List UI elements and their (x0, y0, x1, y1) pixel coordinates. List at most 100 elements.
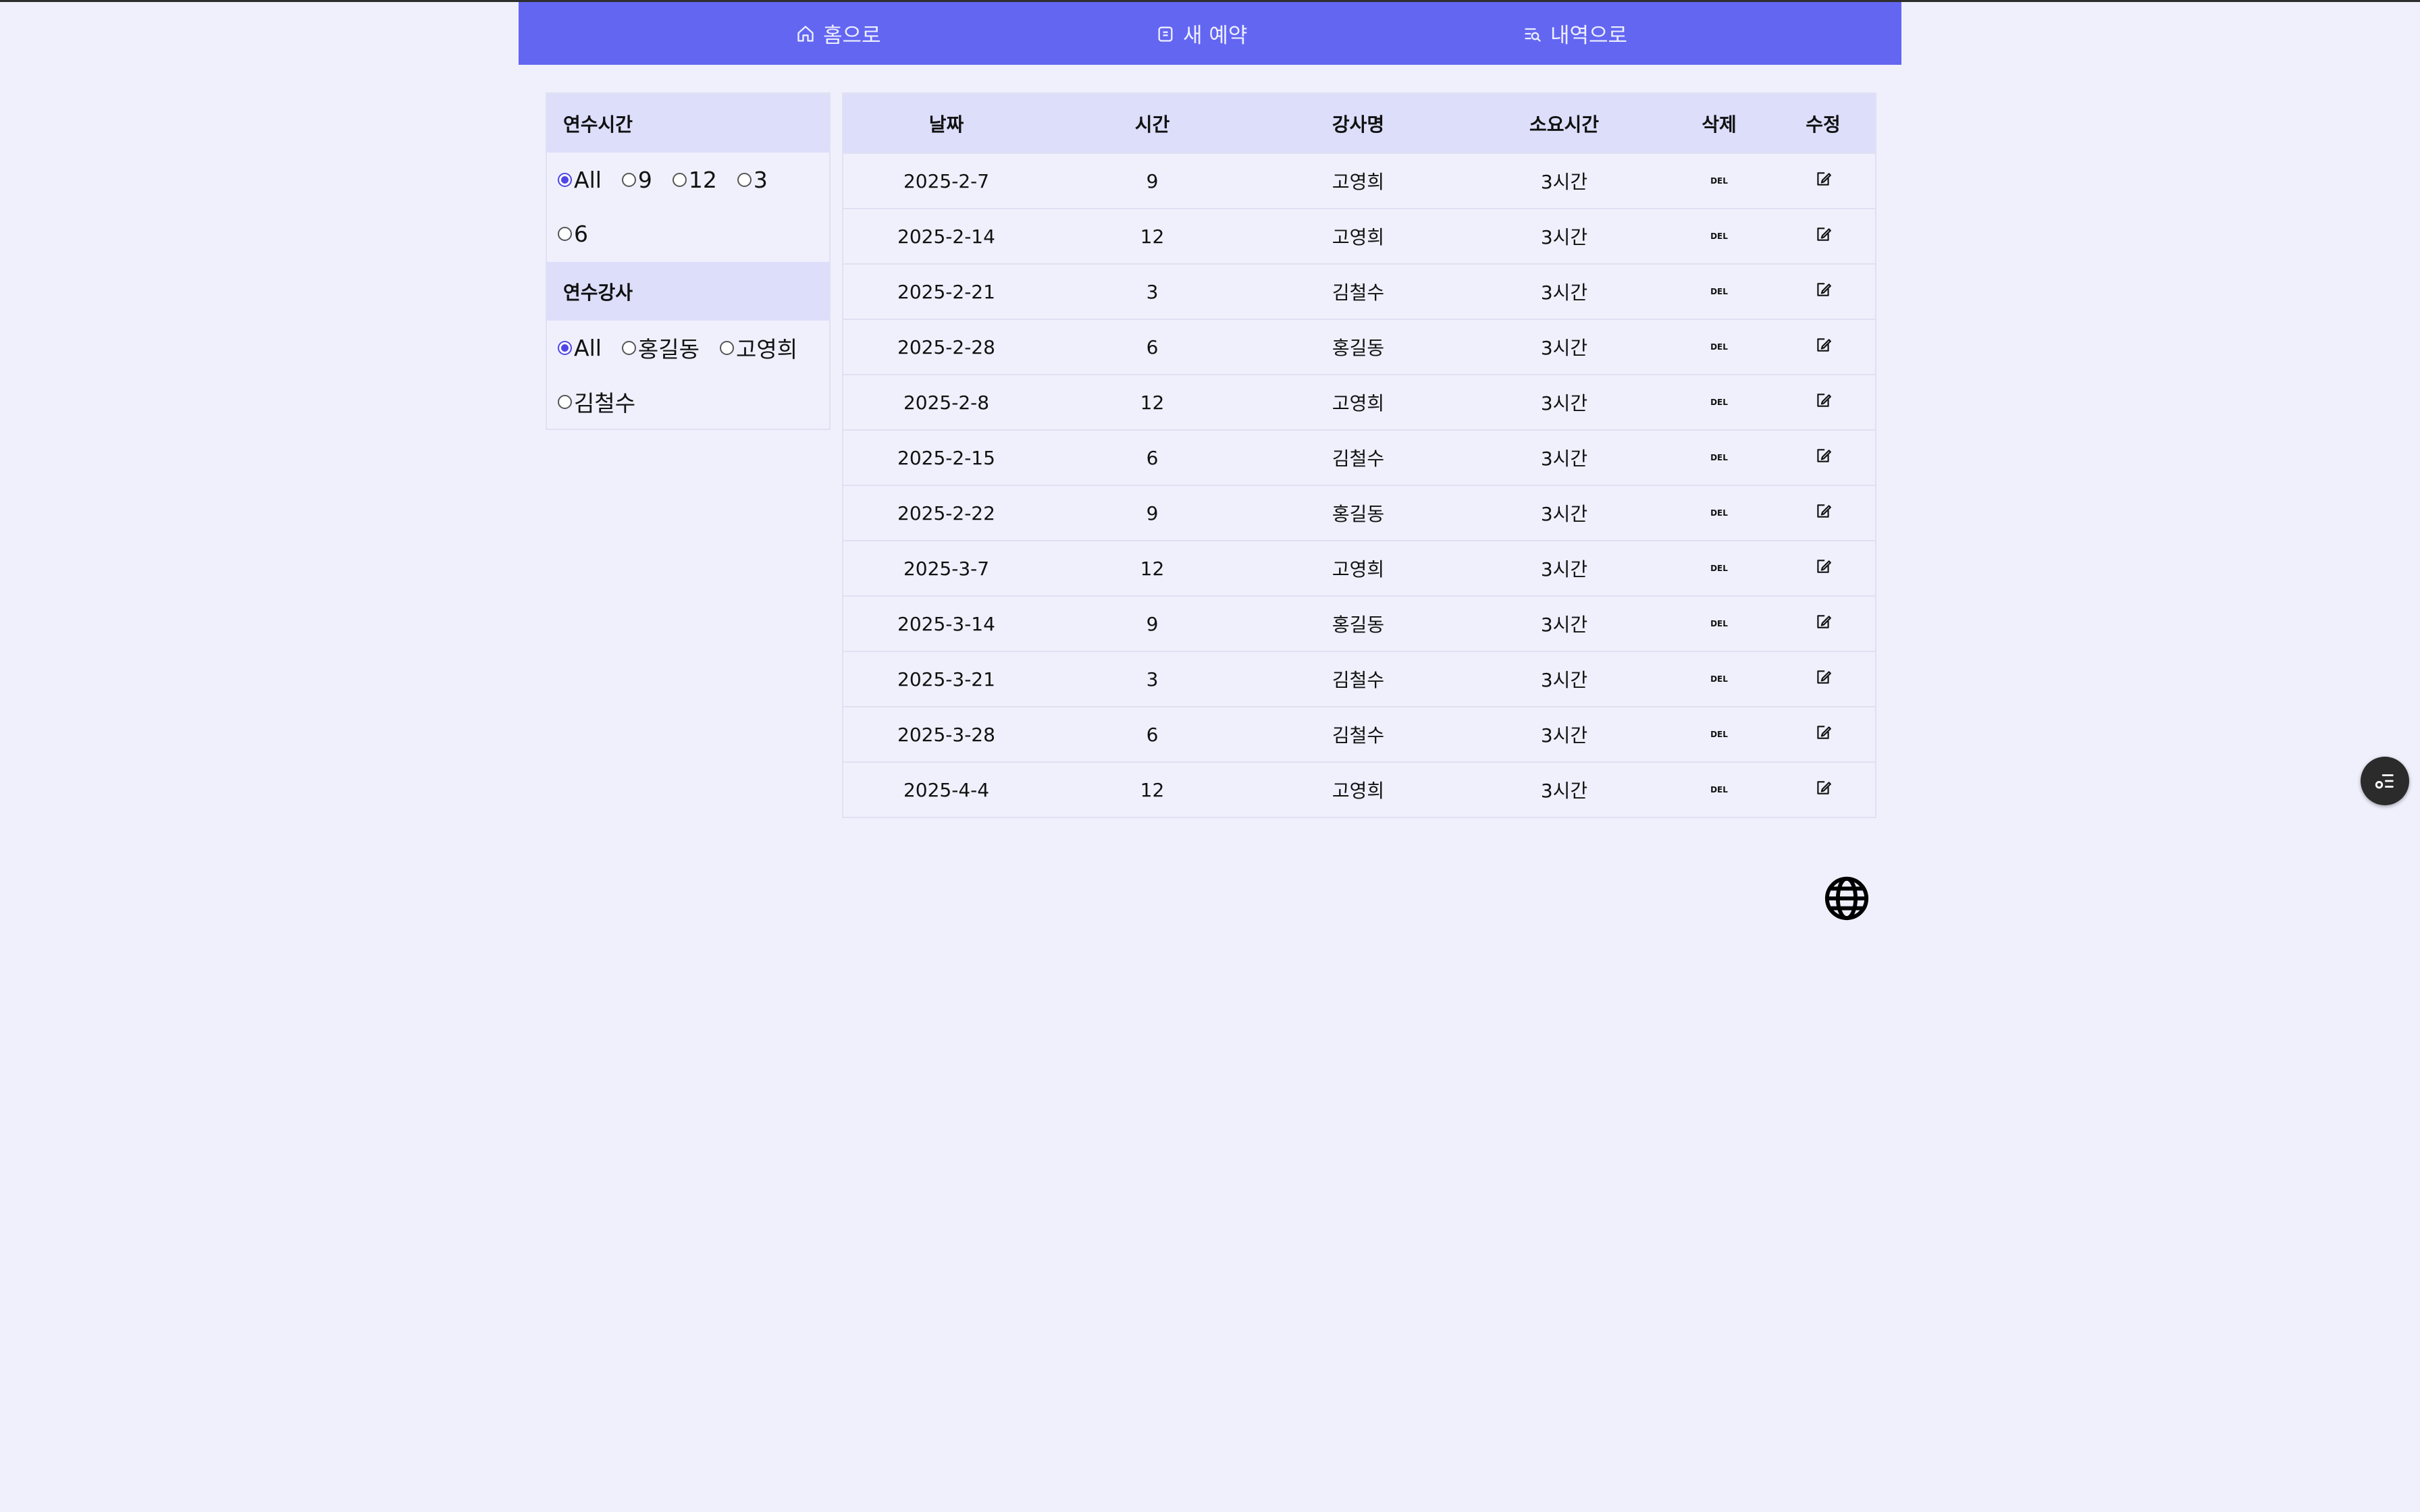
cell-time: 3 (1146, 280, 1159, 303)
nav-history-link[interactable]: 내역으로 (1523, 2, 1627, 65)
radio-label: All (574, 334, 602, 361)
edit-icon[interactable] (1814, 225, 1832, 248)
filter-hours-title: 연수시간 (547, 94, 829, 153)
cell-date: 2025-2-7 (903, 169, 990, 192)
header-date: 날짜 (928, 113, 964, 136)
radio-instructor-all[interactable]: All (558, 321, 602, 375)
cell-duration: 3시간 (1540, 669, 1588, 691)
table-row: 2025-2-14 12 고영희 3시간 DEL (843, 208, 1875, 263)
header-instructor: 강사명 (1332, 113, 1385, 136)
radio-hours-all[interactable]: All (558, 153, 602, 207)
delete-button[interactable]: DEL (1710, 287, 1728, 296)
cell-duration: 3시간 (1540, 392, 1588, 414)
filter-instructor-options: All 홍길동 고영희 김철수 (547, 321, 829, 429)
edit-icon[interactable] (1814, 558, 1832, 580)
cell-instructor: 홍길동 (1332, 337, 1385, 359)
radio-label: 고영희 (736, 336, 798, 362)
delete-button[interactable]: DEL (1710, 674, 1728, 684)
edit-icon[interactable] (1814, 336, 1832, 358)
cell-date: 2025-2-14 (897, 225, 995, 248)
delete-button[interactable]: DEL (1710, 232, 1728, 241)
cell-time: 12 (1140, 391, 1165, 414)
header-edit: 수정 (1806, 113, 1841, 136)
cell-duration: 3시간 (1540, 226, 1588, 248)
delete-button[interactable]: DEL (1710, 176, 1728, 186)
nav-home-link[interactable]: 홈으로 (796, 2, 881, 65)
cell-duration: 3시간 (1540, 614, 1588, 636)
radio-instructor-go[interactable]: 고영희 (720, 321, 797, 375)
nav-reserve-link[interactable]: 새 예약 (1156, 2, 1247, 65)
cell-instructor: 고영희 (1332, 171, 1385, 193)
edit-icon[interactable] (1814, 668, 1832, 691)
cell-duration: 3시간 (1540, 281, 1588, 304)
cell-date: 2025-4-4 (903, 778, 990, 801)
radio-button[interactable] (558, 226, 572, 241)
delete-button[interactable]: DEL (1710, 785, 1728, 794)
cell-duration: 3시간 (1540, 503, 1588, 525)
table-row: 2025-2-7 9 고영희 3시간 DEL (843, 153, 1875, 208)
radio-label: 12 (688, 166, 717, 193)
radio-button-checked[interactable] (558, 172, 572, 187)
edit-icon[interactable] (1814, 779, 1832, 801)
delete-button[interactable]: DEL (1710, 398, 1728, 407)
cell-date: 2025-2-22 (897, 502, 995, 524)
cell-time: 9 (1146, 612, 1159, 635)
filter-panel: 연수시간 All 9 12 3 6 연수강사 All 홍길동 고영희 김철수 (546, 92, 831, 430)
header-time: 시간 (1134, 113, 1170, 136)
header-delete: 삭제 (1702, 113, 1737, 136)
cell-time: 12 (1140, 225, 1165, 248)
cell-duration: 3시간 (1540, 558, 1588, 580)
radio-button[interactable] (737, 172, 752, 187)
radio-label: 홍길동 (637, 336, 700, 362)
edit-icon[interactable] (1814, 502, 1832, 524)
radio-hours-3[interactable]: 3 (737, 153, 768, 207)
delete-button[interactable]: DEL (1710, 453, 1728, 462)
edit-icon[interactable] (1814, 170, 1832, 192)
nav-home-label: 홈으로 (823, 24, 881, 48)
edit-icon[interactable] (1814, 281, 1832, 303)
nav-reserve-label: 새 예약 (1183, 24, 1248, 48)
edit-icon[interactable] (1814, 613, 1832, 635)
radio-hours-6[interactable]: 6 (558, 207, 588, 261)
edit-icon[interactable] (1814, 724, 1832, 746)
reservation-table: 날짜 시간 강사명 소요시간 삭제 수정 2025-2-7 9 고영희 3시간 … (842, 92, 1876, 818)
delete-button[interactable]: DEL (1710, 342, 1728, 352)
cell-instructor: 김철수 (1332, 669, 1385, 691)
cell-duration: 3시간 (1540, 780, 1588, 802)
delete-button[interactable]: DEL (1710, 730, 1728, 739)
delete-button[interactable]: DEL (1710, 564, 1728, 573)
globe-icon[interactable] (1823, 875, 1870, 922)
radio-button[interactable] (672, 172, 687, 187)
calendar-icon (1158, 26, 1173, 42)
cell-instructor: 홍길동 (1332, 614, 1385, 636)
cell-instructor: 홍길동 (1332, 503, 1385, 525)
table-row: 2025-2-21 3 김철수 3시간 DEL (843, 263, 1875, 319)
cell-time: 9 (1146, 169, 1159, 192)
radio-hours-12[interactable]: 12 (672, 153, 717, 207)
cell-duration: 3시간 (1540, 448, 1588, 470)
cell-duration: 3시간 (1540, 337, 1588, 359)
edit-icon[interactable] (1814, 447, 1832, 469)
cell-time: 12 (1140, 557, 1165, 580)
table-header: 날짜 시간 강사명 소요시간 삭제 수정 (843, 94, 1875, 153)
radio-button[interactable] (720, 340, 735, 355)
edit-icon[interactable] (1814, 392, 1832, 414)
radio-hours-9[interactable]: 9 (621, 153, 652, 207)
table-row: 2025-4-4 12 고영희 3시간 DEL (843, 761, 1875, 817)
radio-instructor-kim[interactable]: 김철수 (558, 375, 635, 429)
radio-button[interactable] (621, 340, 636, 355)
radio-button[interactable] (558, 394, 572, 409)
delete-button[interactable]: DEL (1710, 619, 1728, 628)
delete-button[interactable]: DEL (1710, 508, 1728, 518)
radio-label: 6 (574, 220, 588, 247)
cell-instructor: 고영희 (1332, 226, 1385, 248)
cell-duration: 3시간 (1540, 171, 1588, 193)
floating-menu-button[interactable] (2361, 757, 2409, 805)
cell-instructor: 고영희 (1332, 392, 1385, 414)
table-row: 2025-3-28 6 김철수 3시간 DEL (843, 706, 1875, 761)
radio-label: 9 (637, 166, 652, 193)
radio-button[interactable] (621, 172, 636, 187)
radio-button-checked[interactable] (558, 340, 572, 355)
cell-instructor: 김철수 (1332, 281, 1385, 304)
radio-instructor-hong[interactable]: 홍길동 (621, 321, 700, 375)
